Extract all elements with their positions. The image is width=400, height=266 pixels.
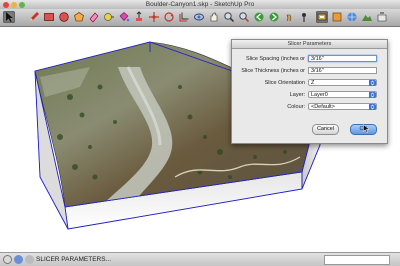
orbit-icon[interactable] xyxy=(193,11,205,23)
colour-label: Colour: xyxy=(287,104,305,110)
measurements-box[interactable] xyxy=(324,255,390,265)
move-icon[interactable] xyxy=(148,11,160,23)
toggle-terrain-icon[interactable] xyxy=(361,11,373,23)
status-bar: SLICER PARAMETERS... xyxy=(0,252,400,266)
chevron-up-down-icon xyxy=(369,104,376,110)
slice-orientation-select[interactable]: Z xyxy=(308,79,377,86)
paint-bucket-icon[interactable] xyxy=(118,11,130,23)
polygon-icon[interactable] xyxy=(73,11,85,23)
main-toolbar xyxy=(0,9,400,27)
offset-icon[interactable] xyxy=(178,11,190,23)
credits-icon[interactable] xyxy=(25,255,34,264)
next-view-icon[interactable] xyxy=(268,11,280,23)
walk-icon[interactable] xyxy=(283,11,295,23)
zoom-icon[interactable] xyxy=(223,11,235,23)
chevron-up-down-icon xyxy=(369,80,376,86)
slice-thickness-field[interactable]: 3/16" xyxy=(308,67,377,74)
rotate-icon[interactable] xyxy=(163,11,175,23)
add-location-icon[interactable] xyxy=(346,11,358,23)
mouse-pointer-icon xyxy=(363,124,370,133)
slice-orientation-value: Z xyxy=(311,80,315,86)
slice-spacing-label: Slice Spacing (inches or xyxy=(245,56,305,62)
slice-spacing-field[interactable]: 3/16" xyxy=(308,55,377,62)
section-plane-icon[interactable] xyxy=(331,11,343,23)
push-pull-icon[interactable] xyxy=(133,11,145,23)
cancel-button[interactable]: Cancel xyxy=(312,124,339,135)
position-camera-icon[interactable] xyxy=(298,11,310,23)
status-text: SLICER PARAMETERS... xyxy=(36,256,112,263)
select-arrow-icon[interactable] xyxy=(3,11,15,23)
colour-select[interactable]: <Default> xyxy=(308,103,377,110)
previous-view-icon[interactable] xyxy=(253,11,265,23)
colour-value: <Default> xyxy=(311,104,335,110)
chevron-up-down-icon xyxy=(369,92,376,98)
rectangle-icon[interactable] xyxy=(43,11,55,23)
preview-icon[interactable] xyxy=(376,11,388,23)
window-title: Boulder-Canyon1.skp - SketchUp Pro xyxy=(145,1,255,8)
info-icon[interactable] xyxy=(3,255,12,264)
sketchup-window: Boulder-Canyon1.skp - SketchUp Pro Slice… xyxy=(0,0,400,266)
tape-measure-icon[interactable] xyxy=(103,11,115,23)
geolocation-icon[interactable] xyxy=(14,255,23,264)
look-around-icon[interactable] xyxy=(316,11,328,23)
eraser-icon[interactable] xyxy=(88,11,100,23)
circle-icon[interactable] xyxy=(58,11,70,23)
dialog-title: Slicer Parameters xyxy=(232,40,387,49)
pan-icon[interactable] xyxy=(208,11,220,23)
layer-label: Layer: xyxy=(289,92,305,98)
layer-select[interactable]: Layer0 xyxy=(308,91,377,98)
zoom-extents-icon[interactable] xyxy=(238,11,250,23)
pencil-icon[interactable] xyxy=(28,11,40,23)
layer-value: Layer0 xyxy=(311,92,328,98)
slice-thickness-label: Slice Thickness (inches or xyxy=(241,68,305,74)
slice-orientation-label: Slice Orientation xyxy=(264,80,305,86)
